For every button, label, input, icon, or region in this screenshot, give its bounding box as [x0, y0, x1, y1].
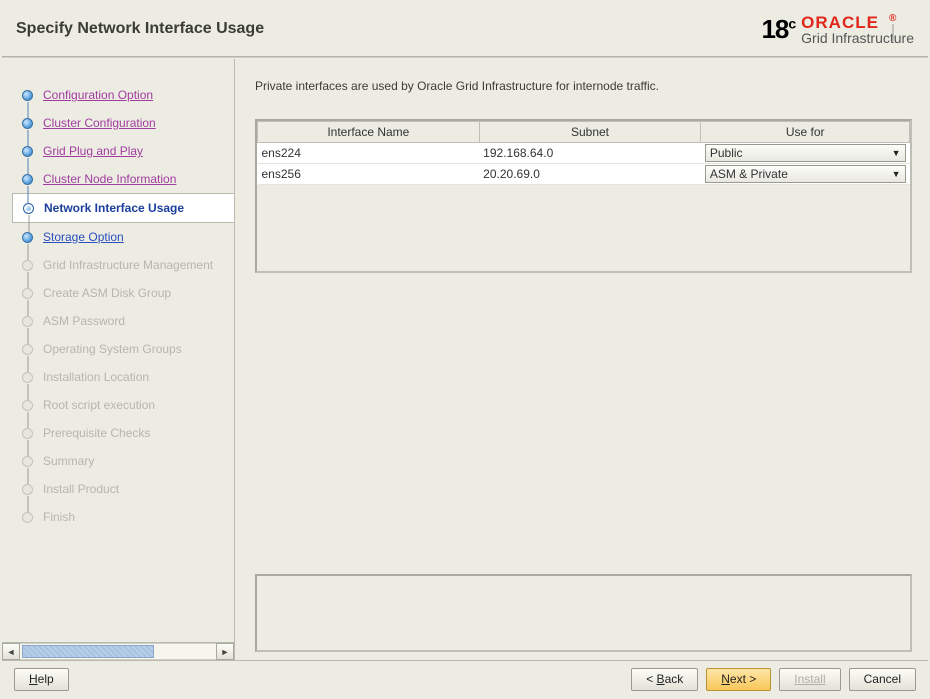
wizard-step-11: Root script execution	[12, 391, 234, 419]
wizard-step-6: Grid Infrastructure Management	[12, 251, 234, 279]
step-dot-icon	[22, 456, 33, 467]
step-dot-icon	[22, 260, 33, 271]
cancel-button[interactable]: Cancel	[849, 668, 916, 691]
step-label: Installation Location	[43, 370, 149, 384]
wizard-step-14: Install Product	[12, 475, 234, 503]
wizard-step-7: Create ASM Disk Group	[12, 279, 234, 307]
step-label: Operating System Groups	[43, 342, 182, 356]
use-for-select[interactable]: ASM & Private ▼	[705, 165, 906, 183]
cell-subnet[interactable]: 192.168.64.0	[479, 143, 701, 164]
scroll-right-button[interactable]: ►	[216, 643, 234, 660]
step-dot-icon	[22, 372, 33, 383]
next-button[interactable]: Next >	[706, 668, 771, 691]
step-label: ASM Password	[43, 314, 125, 328]
wizard-step-12: Prerequisite Checks	[12, 419, 234, 447]
chevron-down-icon: ▼	[892, 169, 901, 179]
table-row[interactable]: ens224192.168.64.0 Public ▼	[258, 143, 910, 164]
wizard-step-1[interactable]: Cluster Configuration	[12, 109, 234, 137]
brand-tagline: Grid Infrastructure	[801, 31, 914, 45]
step-label[interactable]: Cluster Node Information	[43, 172, 176, 186]
cell-use-for[interactable]: ASM & Private ▼	[701, 164, 910, 185]
col-interface-name[interactable]: Interface Name	[258, 122, 480, 143]
step-label: Create ASM Disk Group	[43, 286, 171, 300]
step-label[interactable]: Configuration Option	[43, 88, 153, 102]
col-subnet[interactable]: Subnet	[479, 122, 701, 143]
step-label: Summary	[43, 454, 94, 468]
scroll-track[interactable]	[20, 643, 216, 660]
use-for-select[interactable]: Public ▼	[705, 144, 906, 162]
page-title: Specify Network Interface Usage	[16, 20, 264, 38]
install-label: Install	[794, 672, 825, 686]
interface-table: Interface Name Subnet Use for ens224192.…	[257, 121, 910, 185]
scroll-thumb[interactable]	[22, 645, 154, 658]
cell-interface-name[interactable]: ens256	[258, 164, 480, 185]
wizard-step-9: Operating System Groups	[12, 335, 234, 363]
install-button: Install	[779, 668, 840, 691]
help-label: elp	[38, 672, 54, 686]
wizard-step-5[interactable]: Storage Option	[12, 223, 234, 251]
step-dot-icon	[22, 512, 33, 523]
step-dot-icon	[22, 316, 33, 327]
step-dot-icon	[22, 146, 33, 157]
status-area	[255, 574, 912, 652]
interface-table-container: Interface Name Subnet Use for ens224192.…	[255, 119, 912, 273]
description-text: Private interfaces are used by Oracle Gr…	[255, 79, 912, 93]
wizard-step-13: Summary	[12, 447, 234, 475]
step-label: Prerequisite Checks	[43, 426, 150, 440]
step-dot-icon	[22, 232, 33, 243]
table-row[interactable]: ens25620.20.69.0 ASM & Private ▼	[258, 164, 910, 185]
wizard-steps: Configuration Option Cluster Configuratio…	[2, 59, 234, 642]
step-label: Grid Infrastructure Management	[43, 258, 213, 272]
wizard-step-3[interactable]: Cluster Node Information	[12, 165, 234, 193]
step-dot-icon	[22, 174, 33, 185]
step-dot-icon	[22, 344, 33, 355]
back-button[interactable]: < Back	[631, 668, 698, 691]
step-dot-icon	[22, 484, 33, 495]
help-button[interactable]: Help	[14, 668, 69, 691]
wizard-step-2[interactable]: Grid Plug and Play	[12, 137, 234, 165]
wizard-step-10: Installation Location	[12, 363, 234, 391]
step-dot-icon	[22, 400, 33, 411]
step-dot-icon	[22, 118, 33, 129]
step-label: Finish	[43, 510, 75, 524]
step-label[interactable]: Cluster Configuration	[43, 116, 156, 130]
footer: Help < Back Next > Install Cancel	[2, 660, 928, 697]
header: Specify Network Interface Usage 18c ORAC…	[2, 2, 928, 56]
scroll-left-button[interactable]: ◄	[2, 643, 20, 660]
step-dot-icon	[22, 90, 33, 101]
body: Configuration Option Cluster Configuratio…	[2, 59, 928, 660]
wizard-step-15: Finish	[12, 503, 234, 531]
wizard-sidebar: Configuration Option Cluster Configuratio…	[2, 59, 235, 660]
installer-window: Specify Network Interface Usage 18c ORAC…	[2, 2, 928, 697]
use-for-value: Public	[710, 146, 743, 160]
wizard-step-0[interactable]: Configuration Option	[12, 81, 234, 109]
branding: 18c ORACLE® Grid Infrastructure	[761, 14, 914, 45]
main-panel: Private interfaces are used by Oracle Gr…	[235, 59, 928, 660]
col-use-for[interactable]: Use for	[701, 122, 910, 143]
sidebar-scrollbar[interactable]: ◄ ►	[2, 642, 234, 660]
cell-use-for[interactable]: Public ▼	[701, 143, 910, 164]
step-label: Install Product	[43, 482, 119, 496]
use-for-value: ASM & Private	[710, 167, 788, 181]
step-label: Root script execution	[43, 398, 155, 412]
step-label: Network Interface Usage	[44, 201, 184, 215]
wizard-step-8: ASM Password	[12, 307, 234, 335]
wizard-step-4: Network Interface Usage	[12, 193, 234, 223]
step-dot-icon	[22, 288, 33, 299]
interface-tbody: ens224192.168.64.0Public▼ens25620.20.69.…	[258, 143, 910, 185]
step-label[interactable]: Grid Plug and Play	[43, 144, 143, 158]
cell-interface-name[interactable]: ens224	[258, 143, 480, 164]
step-label[interactable]: Storage Option	[43, 230, 124, 244]
chevron-down-icon: ▼	[892, 148, 901, 158]
cell-subnet[interactable]: 20.20.69.0	[479, 164, 701, 185]
brand-name: ORACLE®	[801, 14, 914, 31]
step-dot-icon	[23, 203, 34, 214]
brand-version: 18c	[761, 14, 795, 45]
step-dot-icon	[22, 428, 33, 439]
